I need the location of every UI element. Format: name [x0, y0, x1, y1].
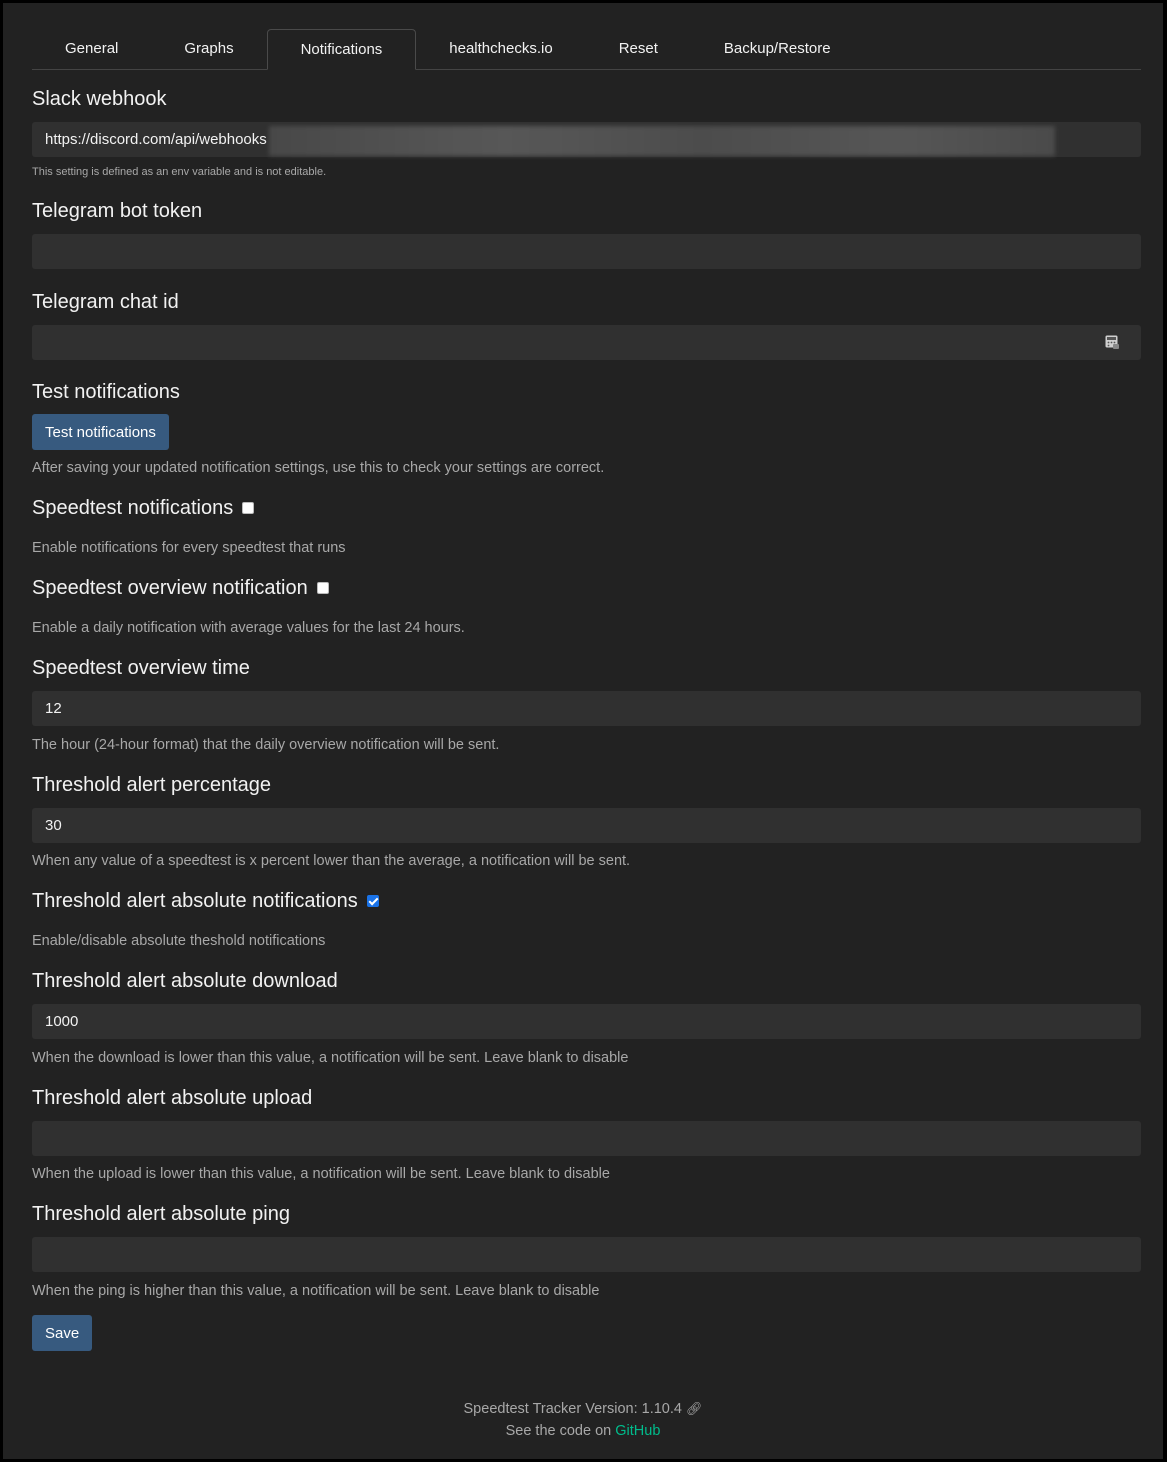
- tab-general[interactable]: General: [32, 29, 151, 69]
- telegram-token-input[interactable]: [32, 234, 1141, 269]
- test-notifications-button[interactable]: Test notifications: [32, 414, 169, 450]
- slack-webhook-label-text: Slack webhook: [32, 88, 167, 110]
- version-text: Speedtest Tracker Version: 1.10.4: [463, 1401, 682, 1417]
- overview-time-label-text: Speedtest overview time: [32, 657, 250, 679]
- threshold-absolute-group: Threshold alert absolute notifications E…: [32, 888, 1141, 949]
- save-button[interactable]: Save: [32, 1315, 93, 1351]
- telegram-token-label: Telegram bot token: [32, 198, 1141, 224]
- slack-webhook-help: This setting is defined as an env variab…: [32, 166, 327, 178]
- tab-notifications[interactable]: Notifications: [266, 29, 417, 70]
- threshold-percentage-label-text: Threshold alert percentage: [32, 774, 272, 796]
- version-line: Speedtest Tracker Version: 1.10.4 🔗︎: [3, 1401, 1163, 1417]
- calculator-icon[interactable]: [1105, 335, 1119, 349]
- threshold-absolute-label-text: Threshold alert absolute notifications: [32, 890, 358, 912]
- tab-reset[interactable]: Reset: [586, 29, 691, 69]
- threshold-download-help: When the download is lower than this val…: [32, 1050, 629, 1066]
- settings-page: General Graphs Notifications healthcheck…: [3, 3, 1163, 1459]
- speedtest-notifications-checkbox[interactable]: [242, 502, 255, 514]
- threshold-percentage-label: Threshold alert percentage: [32, 772, 1141, 798]
- threshold-upload-label-text: Threshold alert absolute upload: [32, 1087, 313, 1109]
- overview-notification-help: Enable a daily notification with average…: [32, 620, 465, 636]
- threshold-download-group: Threshold alert absolute download 1000 W…: [32, 968, 1141, 1066]
- threshold-download-input[interactable]: 1000: [32, 1004, 1141, 1039]
- test-notifications-help: After saving your updated notification s…: [32, 460, 605, 476]
- threshold-upload-label: Threshold alert absolute upload: [32, 1085, 1141, 1111]
- telegram-chat-label: Telegram chat id: [32, 289, 1141, 315]
- telegram-chat-group: Telegram chat id: [32, 289, 1141, 360]
- test-notifications-label-text: Test notifications: [32, 381, 180, 403]
- threshold-absolute-label: Threshold alert absolute notifications: [32, 888, 1141, 914]
- threshold-upload-input[interactable]: [32, 1121, 1141, 1156]
- slack-webhook-label: Slack webhook: [32, 86, 1141, 112]
- speedtest-notifications-label-text: Speedtest notifications: [32, 497, 234, 519]
- threshold-download-label-text: Threshold alert absolute download: [32, 970, 338, 992]
- source-prefix: See the code on: [505, 1423, 612, 1439]
- github-link[interactable]: GitHub: [615, 1423, 660, 1439]
- threshold-upload-group: Threshold alert absolute upload When the…: [32, 1085, 1141, 1182]
- telegram-chat-input[interactable]: [32, 325, 1141, 360]
- overview-time-label: Speedtest overview time: [32, 655, 1141, 681]
- overview-time-help: The hour (24-hour format) that the daily…: [32, 737, 500, 753]
- threshold-absolute-checkbox[interactable]: [366, 895, 379, 907]
- test-notifications-label: Test notifications: [32, 379, 1141, 405]
- tab-backup-restore[interactable]: Backup/Restore: [691, 29, 864, 69]
- threshold-percentage-help: When any value of a speedtest is x perce…: [32, 853, 631, 869]
- slack-webhook-group: Slack webhook https://discord.com/api/we…: [32, 86, 1141, 178]
- link-icon[interactable]: 🔗︎: [686, 1401, 703, 1417]
- slack-webhook-value: https://discord.com/api/webhooks: [45, 131, 267, 148]
- overview-notification-label: Speedtest overview notification: [32, 575, 1141, 601]
- speedtest-notifications-group: Speedtest notifications Enable notificat…: [32, 495, 1141, 556]
- telegram-token-group: Telegram bot token: [32, 198, 1141, 269]
- redacted-blur: [269, 126, 1055, 156]
- overview-time-input[interactable]: 12: [32, 691, 1141, 726]
- test-notifications-group: Test notifications Test notifications Af…: [32, 379, 1141, 476]
- overview-time-group: Speedtest overview time 12 The hour (24-…: [32, 655, 1141, 753]
- threshold-ping-help: When the ping is higher than this value,…: [32, 1283, 600, 1299]
- threshold-ping-input[interactable]: [32, 1237, 1141, 1272]
- slack-webhook-input: https://discord.com/api/webhooks: [32, 122, 1141, 157]
- source-line: See the code on GitHub: [3, 1423, 1163, 1439]
- telegram-chat-label-text: Telegram chat id: [32, 291, 179, 313]
- threshold-absolute-help: Enable/disable absolute theshold notific…: [32, 933, 326, 949]
- telegram-token-label-text: Telegram bot token: [32, 200, 203, 222]
- tab-bar: General Graphs Notifications healthcheck…: [32, 27, 1141, 70]
- threshold-percentage-input[interactable]: 30: [32, 808, 1141, 843]
- threshold-ping-group: Threshold alert absolute ping When the p…: [32, 1201, 1141, 1299]
- threshold-upload-help: When the upload is lower than this value…: [32, 1166, 610, 1182]
- overview-notification-checkbox[interactable]: [316, 582, 329, 594]
- speedtest-notifications-label: Speedtest notifications: [32, 495, 1141, 521]
- speedtest-notifications-help: Enable notifications for every speedtest…: [32, 540, 346, 556]
- tab-graphs[interactable]: Graphs: [151, 29, 266, 69]
- overview-notification-label-text: Speedtest overview notification: [32, 577, 308, 599]
- threshold-download-label: Threshold alert absolute download: [32, 968, 1141, 994]
- threshold-ping-label: Threshold alert absolute ping: [32, 1201, 1141, 1227]
- threshold-percentage-group: Threshold alert percentage 30 When any v…: [32, 772, 1141, 869]
- threshold-ping-label-text: Threshold alert absolute ping: [32, 1203, 290, 1225]
- overview-notification-group: Speedtest overview notification Enable a…: [32, 575, 1141, 636]
- tab-healthchecks[interactable]: healthchecks.io: [416, 29, 585, 69]
